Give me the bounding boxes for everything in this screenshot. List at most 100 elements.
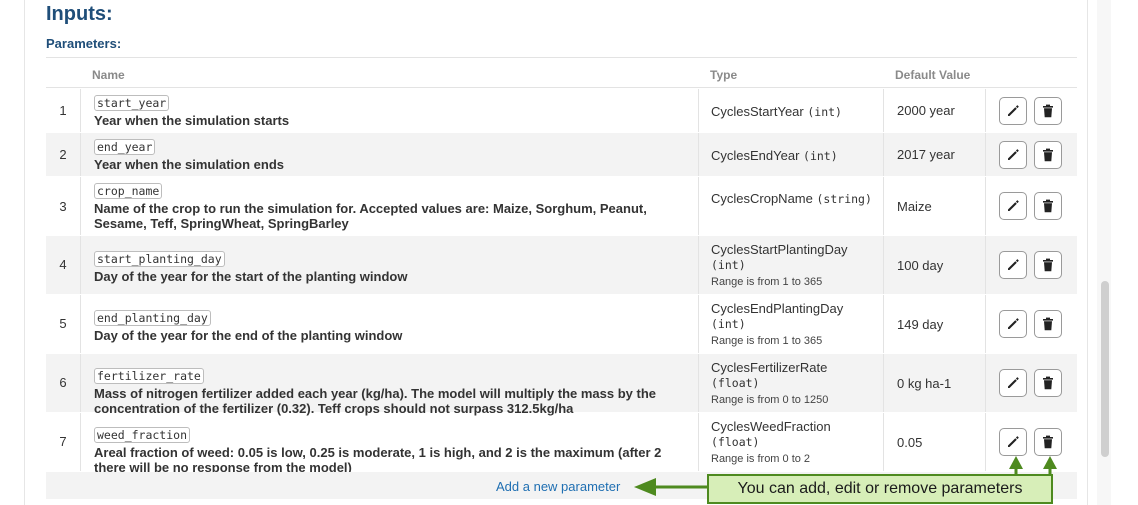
parameter-default-value: 100 day (897, 258, 944, 273)
parameter-type-kind: (int) (807, 105, 842, 119)
edit-parameter-button[interactable] (999, 192, 1027, 220)
pencil-icon (1006, 104, 1020, 118)
annotation-callout: You can add, edit or remove parameters (707, 474, 1053, 504)
parameters-heading: Parameters: (46, 36, 122, 51)
delete-parameter-button[interactable] (1034, 251, 1062, 279)
parameter-code: fertilizer_rate (94, 368, 204, 384)
table-row: 6 fertilizer_rate Mass of nitrogen fertili… (46, 354, 1077, 416)
parameter-type-kind: (float) (711, 435, 760, 449)
pencil-icon (1006, 376, 1020, 390)
column-header-default-value: Default Value (895, 68, 971, 82)
cell-divider (985, 133, 986, 176)
parameter-type-cell: CyclesFertilizerRate (float) Range is fro… (711, 360, 879, 408)
add-parameter-link[interactable]: Add a new parameter (496, 479, 620, 494)
parameter-type-name: CyclesEndPlantingDay (711, 301, 844, 316)
parameter-name-cell: crop_name Name of the crop to run the sim… (94, 182, 684, 231)
parameter-default-value: 2017 year (897, 147, 955, 162)
edit-parameter-button[interactable] (999, 141, 1027, 169)
pencil-icon (1006, 435, 1020, 449)
table-row: 2 end_year Year when the simulation ends Cy… (46, 133, 1077, 177)
parameter-description: Name of the crop to run the simulation f… (94, 201, 647, 231)
edit-parameter-button[interactable] (999, 369, 1027, 397)
parameter-code: weed_fraction (94, 427, 191, 443)
table-header: Name Type Default Value (46, 59, 1077, 88)
cell-divider (698, 413, 699, 471)
parameter-default-value: 149 day (897, 317, 944, 332)
cell-divider (80, 295, 81, 353)
cell-divider (698, 133, 699, 176)
cell-divider (985, 177, 986, 235)
parameter-type-kind: (string) (816, 192, 872, 206)
parameter-description: Day of the year for the start of the pla… (94, 269, 408, 284)
pencil-icon (1006, 317, 1020, 331)
delete-parameter-button[interactable] (1034, 97, 1062, 125)
delete-parameter-button[interactable] (1034, 192, 1062, 220)
divider (46, 57, 1077, 58)
edit-parameter-button[interactable] (999, 97, 1027, 125)
cell-divider (883, 89, 884, 132)
cell-divider (883, 236, 884, 294)
row-index: 7 (59, 434, 67, 449)
cell-divider (80, 354, 81, 412)
cell-divider (985, 354, 986, 412)
row-index: 2 (59, 147, 67, 162)
parameter-type-name: CyclesStartPlantingDay (711, 242, 848, 257)
parameter-default-value: 0.05 (897, 435, 923, 450)
cell-divider (883, 177, 884, 235)
parameter-type-cell: CyclesEndPlantingDay (int) Range is from … (711, 301, 879, 349)
cell-divider (985, 413, 986, 471)
table-row: 1 start_year Year when the simulation star… (46, 89, 1077, 133)
cell-divider (698, 236, 699, 294)
parameter-type-cell: CyclesCropName (string) (711, 191, 879, 207)
delete-parameter-button[interactable] (1034, 141, 1062, 169)
row-index: 1 (59, 103, 67, 118)
parameter-type-name: CyclesWeedFraction (711, 419, 831, 434)
cell-divider (985, 295, 986, 353)
edit-parameter-button[interactable] (999, 251, 1027, 279)
parameter-type-name: CyclesEndYear (711, 148, 800, 163)
parameter-name-cell: start_year Year when the simulation start… (94, 94, 684, 128)
pencil-icon (1006, 148, 1020, 162)
parameter-description: Mass of nitrogen fertilizer added each y… (94, 386, 657, 416)
parameter-type-name: CyclesCropName (711, 191, 813, 206)
parameter-range: Range is from 0 to 1250 (711, 394, 829, 406)
cell-divider (883, 413, 884, 471)
delete-parameter-button[interactable] (1034, 369, 1062, 397)
trash-icon (1042, 104, 1054, 118)
scrollbar-thumb[interactable] (1101, 281, 1109, 457)
row-index: 3 (59, 199, 67, 214)
delete-parameter-button[interactable] (1034, 310, 1062, 338)
row-index: 5 (59, 316, 67, 331)
parameter-code: end_year (94, 139, 156, 155)
parameter-code: end_planting_day (94, 310, 211, 326)
table-row: 7 weed_fraction Areal fraction of weed: 0.… (46, 413, 1077, 475)
parameter-range: Range is from 1 to 365 (711, 335, 823, 347)
trash-icon (1042, 317, 1054, 331)
parameter-type-cell: CyclesStartYear (int) (711, 104, 879, 120)
cell-divider (698, 89, 699, 132)
parameter-code: crop_name (94, 183, 163, 199)
parameter-type-name: CyclesStartYear (711, 104, 804, 119)
parameter-type-kind: (int) (711, 258, 746, 272)
parameter-code: start_planting_day (94, 251, 225, 267)
row-index: 4 (59, 257, 67, 272)
page-border-right (1087, 0, 1088, 505)
trash-icon (1042, 148, 1054, 162)
parameter-description: Areal fraction of weed: 0.05 is low, 0.2… (94, 445, 662, 475)
cell-divider (698, 177, 699, 235)
cell-divider (883, 133, 884, 176)
edit-parameter-button[interactable] (999, 428, 1027, 456)
parameter-type-cell: CyclesEndYear (int) (711, 148, 879, 164)
column-header-name: Name (92, 68, 125, 82)
page-border-left (24, 0, 25, 505)
trash-icon (1042, 376, 1054, 390)
parameter-type-kind: (int) (711, 317, 746, 331)
parameters-table: Name Type Default Value 1 start_year Year … (46, 59, 1077, 475)
edit-parameter-button[interactable] (999, 310, 1027, 338)
pencil-icon (1006, 258, 1020, 272)
delete-parameter-button[interactable] (1034, 428, 1062, 456)
cell-divider (698, 354, 699, 412)
cell-divider (698, 295, 699, 353)
parameter-type-cell: CyclesStartPlantingDay (int) Range is fro… (711, 242, 879, 290)
trash-icon (1042, 199, 1054, 213)
